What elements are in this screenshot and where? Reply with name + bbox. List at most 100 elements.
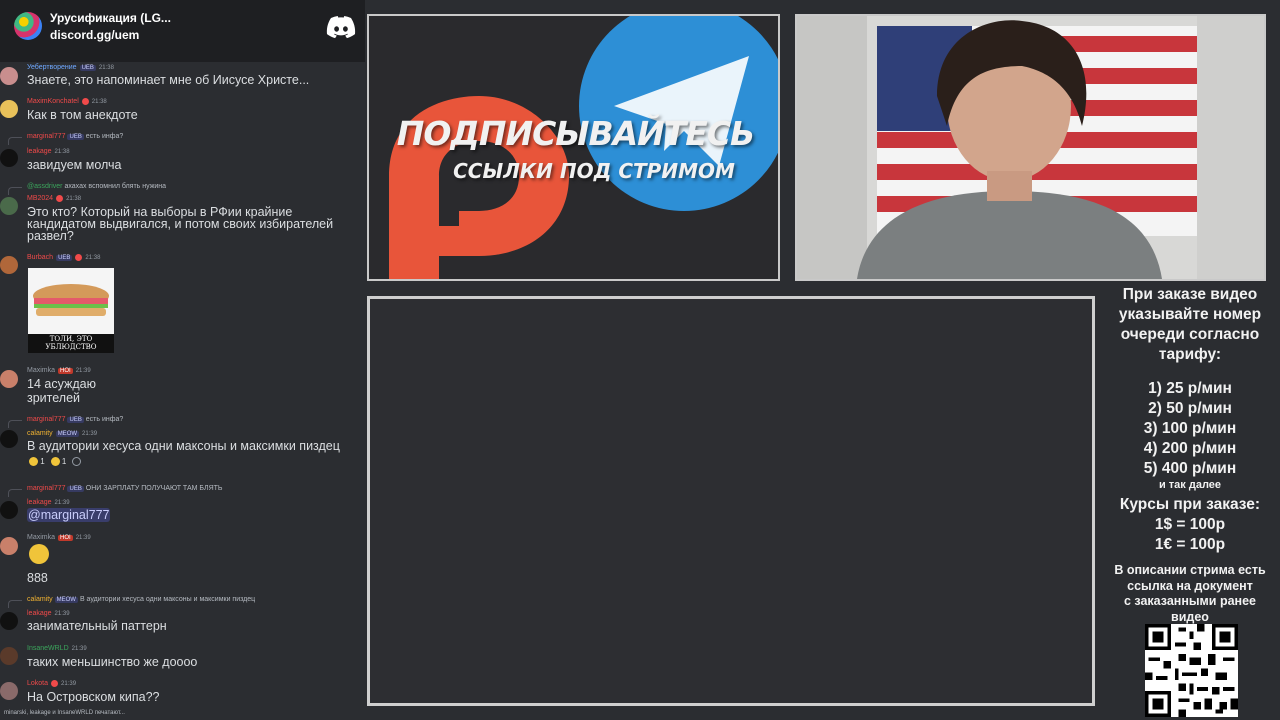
- avatar: [0, 197, 18, 215]
- order-heading-line: указывайте номер: [1118, 306, 1262, 323]
- order-heading-line: очереди согласно: [1120, 326, 1260, 343]
- message-time: 21:38: [91, 98, 107, 105]
- message-author[interactable]: calamity: [27, 430, 53, 437]
- message-time: 21:39: [82, 430, 98, 437]
- chat-header: Урусификация (LG... discord.gg/uem: [0, 0, 365, 62]
- message-text-line: зрителей: [27, 391, 81, 405]
- video-area: [367, 296, 1095, 706]
- message-text: В аудитории хесуса одни максоны и максим…: [27, 439, 340, 453]
- message-author[interactable]: Maximka: [27, 367, 55, 374]
- avatar: [0, 149, 18, 167]
- message-image[interactable]: ТОЛИ, ЭТО УБЛЮДСТВО: [28, 268, 114, 353]
- message-text-line: 14 асуждаю: [27, 377, 96, 391]
- message-time: 21:39: [54, 610, 70, 617]
- message-time: 21:38: [98, 64, 114, 71]
- message-author[interactable]: Burbach: [27, 254, 53, 261]
- tariff-item: 4) 200 р/мин: [1143, 440, 1237, 457]
- server-invite-link[interactable]: discord.gg/uem: [50, 28, 139, 42]
- banner-title: ПОДПИСЫВАЙТЕСЬ: [396, 114, 755, 153]
- rate-item: 1$ = 100р: [1154, 516, 1226, 533]
- message-text: Знаете, это напоминает мне об Иисусе Хри…: [27, 73, 310, 87]
- sandwich-image: [28, 268, 114, 334]
- subscribe-banner: ПОДПИСЫВАЙТЕСЬ ССЫЛКИ ПОД СТРИМОМ: [367, 14, 780, 281]
- reply-connector: [8, 489, 22, 497]
- message-time: 21:39: [54, 499, 70, 506]
- tariff-list: 1) 25 р/мин 2) 50 р/мин 3) 100 р/мин 4) …: [1100, 379, 1280, 491]
- document-note-line: с заказанными ранее: [1123, 594, 1256, 608]
- avatar: [0, 612, 18, 630]
- message-text-line: развел?: [27, 229, 74, 243]
- document-note-line: ссылка на документ: [1127, 578, 1253, 593]
- reaction-row: 1 1: [29, 457, 82, 467]
- avatar: [0, 537, 18, 555]
- server-icon[interactable]: [14, 12, 42, 40]
- avatar: [0, 501, 18, 519]
- reply-preview[interactable]: marginal777 UEB ОНИ ЗАРПЛАТУ ПОЛУЧАЮТ ТА…: [27, 485, 223, 492]
- reply-preview[interactable]: @assdriver ахахах вспомнил блять нужина: [27, 183, 166, 190]
- reply-preview[interactable]: calamity MEOW В аудитории хесуса одни ма…: [27, 596, 255, 603]
- role-tag: UEB: [79, 64, 96, 71]
- discord-icon: [326, 16, 356, 39]
- message-author[interactable]: Уебертворение: [27, 64, 77, 71]
- avatar: [0, 430, 18, 448]
- message-text: 888: [27, 571, 48, 585]
- add-reaction-icon[interactable]: [72, 457, 82, 466]
- reply-preview[interactable]: marginal777 UEB есть инфа?: [27, 416, 123, 423]
- document-note: В описании стрима есть ссылка на докумен…: [1100, 563, 1280, 625]
- message-time: 21:39: [75, 367, 91, 374]
- document-note-line: В описании стрима есть: [1114, 563, 1266, 577]
- webcam-feed: [795, 14, 1266, 281]
- qr-code-icon[interactable]: [1145, 624, 1238, 717]
- message-author[interactable]: Lokota: [27, 680, 48, 687]
- tariff-item: 5) 400 р/мин: [1143, 460, 1237, 477]
- document-note-line: видео: [1171, 609, 1209, 624]
- reply-connector: [8, 420, 22, 428]
- tariff-more: и так далее: [1158, 479, 1222, 491]
- message-time: 21:39: [71, 645, 87, 652]
- message-text: занимательный паттерн: [27, 619, 167, 633]
- reply-connector: [8, 187, 22, 195]
- reaction[interactable]: 1: [50, 457, 66, 467]
- message-text: таких меньшинство же доооо: [27, 655, 198, 669]
- reply-connector: [8, 600, 22, 608]
- order-info-panel: При заказе видео указывайте номер очеред…: [1100, 285, 1280, 625]
- message-author[interactable]: leakage: [27, 610, 52, 617]
- reaction[interactable]: 1: [29, 457, 45, 467]
- message-time: 21:39: [75, 534, 91, 541]
- badge-icon: [56, 195, 64, 202]
- badge-icon: [51, 680, 59, 687]
- webcam-image: [797, 16, 1264, 279]
- message-author[interactable]: InsaneWRLD: [27, 645, 69, 652]
- order-heading-line: тарифу:: [1158, 346, 1222, 363]
- avatar: [0, 682, 18, 700]
- message-text: На Островском кипа??: [27, 690, 160, 704]
- reply-connector: [8, 137, 22, 145]
- rates-heading: Курсы при заказе:: [1119, 496, 1261, 513]
- avatar: [0, 67, 18, 85]
- emoji-icon: [50, 457, 60, 467]
- tariff-item: 3) 100 р/мин: [1143, 420, 1237, 437]
- avatar: [0, 256, 18, 274]
- tariff-item: 2) 50 р/мин: [1148, 400, 1232, 417]
- message-author[interactable]: Maximka: [27, 534, 55, 541]
- reply-preview[interactable]: marginal777 UEB есть инфа?: [27, 133, 123, 140]
- message-author[interactable]: MaximKonchatel: [27, 98, 79, 105]
- message-author[interactable]: leakage: [27, 148, 52, 155]
- image-caption: ТОЛИ, ЭТО УБЛЮДСТВО: [45, 335, 97, 351]
- message-time: 21:38: [66, 195, 82, 202]
- rate-item: 1€ = 100р: [1154, 536, 1226, 553]
- message-author[interactable]: MB2024: [27, 195, 53, 202]
- server-name: Урусификация (LG...: [50, 11, 171, 25]
- order-heading: При заказе видео указывайте номер очеред…: [1100, 285, 1280, 365]
- message-time: 21:38: [85, 254, 101, 261]
- banner-subtitle: ССЫЛКИ ПОД СТРИМОМ: [453, 159, 735, 183]
- message-time: 21:38: [54, 148, 70, 155]
- message-author[interactable]: leakage: [27, 499, 52, 506]
- role-tag: UEB: [56, 254, 73, 261]
- user-mention[interactable]: @marginal777: [27, 508, 111, 522]
- role-tag: HOI: [58, 367, 73, 374]
- emoji-icon: [29, 544, 49, 564]
- badge-icon: [81, 98, 89, 105]
- avatar: [0, 100, 18, 118]
- avatar: [0, 647, 18, 665]
